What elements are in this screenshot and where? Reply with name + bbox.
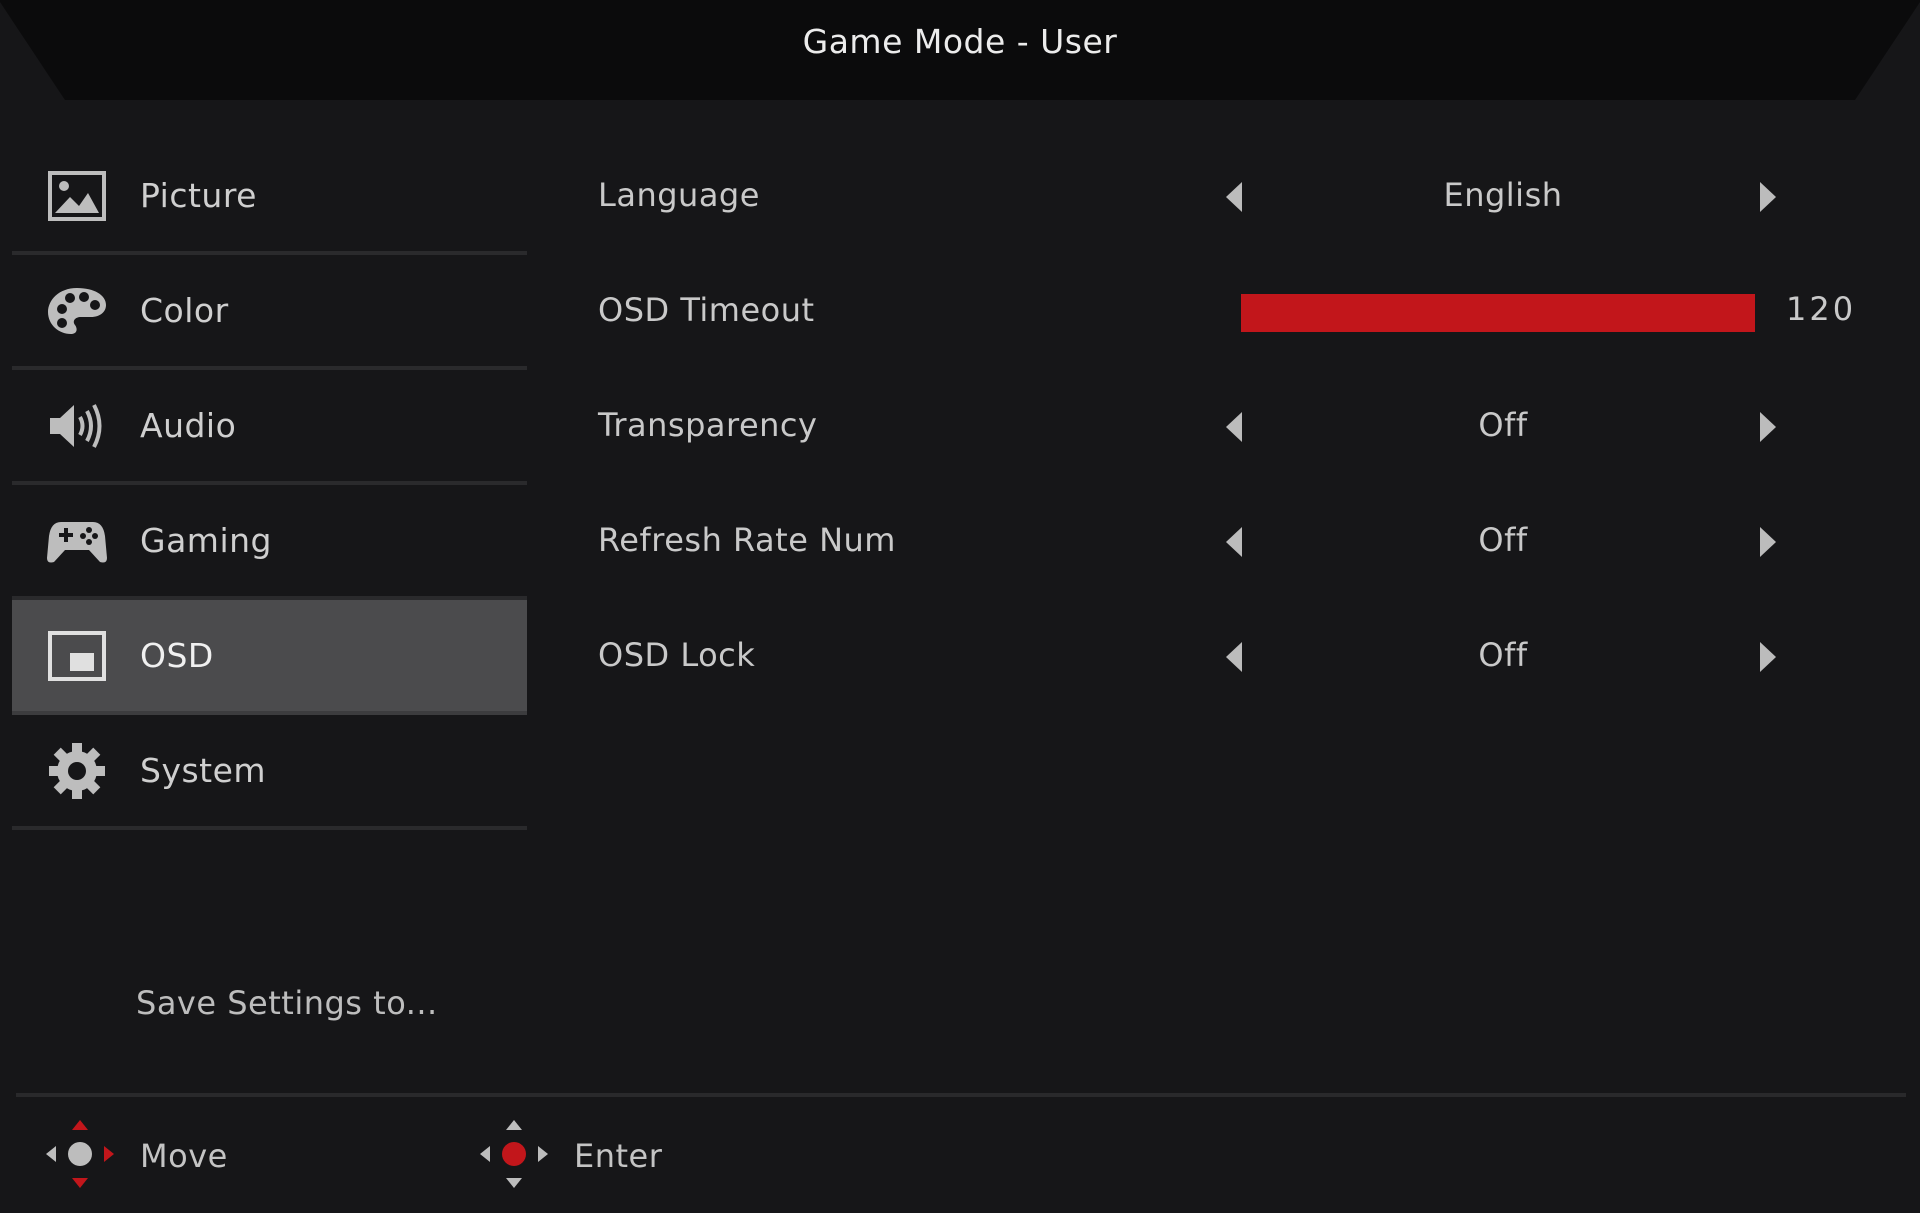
osd-timeout-slider[interactable] [1241,294,1755,332]
setting-value: English [1443,176,1563,214]
arrow-left-icon[interactable] [1226,527,1242,557]
setting-transparency[interactable]: Transparency Off [598,370,1888,485]
nav-item-color[interactable]: Color [12,255,527,370]
arrow-left-icon[interactable] [1226,412,1242,442]
setting-label: Language [598,176,760,214]
hint-enter: Enter [478,1118,662,1194]
nav-item-label: Color [140,291,229,330]
nav-item-osd[interactable]: OSD [12,600,527,715]
nav-item-system[interactable]: System [12,715,527,830]
settings-panel: Language English OSD Timeout Transparenc… [598,140,1888,715]
picture-icon [42,161,112,231]
osd-screen: Game Mode - User Picture Color Audio Gam… [0,0,1920,1213]
nav-item-label: Gaming [140,521,272,560]
arrow-left-icon[interactable] [1226,642,1242,672]
nav-item-gaming[interactable]: Gaming [12,485,527,600]
nav-item-label: Audio [140,406,237,445]
osd-timeout-slider-fill [1241,294,1755,332]
arrow-right-icon[interactable] [1760,527,1776,557]
dpad-enter-icon [478,1118,550,1194]
gear-icon [42,736,112,806]
setting-label: OSD Timeout [598,291,815,329]
save-settings-button[interactable]: Save Settings to... [136,984,438,1022]
nav-item-label: OSD [140,636,214,675]
gamepad-icon [42,506,112,576]
arrow-right-icon[interactable] [1760,182,1776,212]
nav-item-audio[interactable]: Audio [12,370,527,485]
arrow-right-icon[interactable] [1760,642,1776,672]
hint-move: Move [44,1118,228,1194]
hint-move-label: Move [140,1137,228,1175]
arrow-left-icon[interactable] [1226,182,1242,212]
setting-value: Off [1478,406,1528,444]
menu-title: Game Mode - User [802,22,1118,61]
nav-item-label: Picture [140,176,257,215]
footer-divider [16,1093,1906,1097]
osd-icon [42,621,112,691]
speaker-icon [42,391,112,461]
palette-icon [42,276,112,346]
main-menu: Picture Color Audio Gaming OSD System [12,140,527,830]
setting-label: OSD Lock [598,636,756,674]
setting-language[interactable]: Language English [598,140,1888,255]
setting-refresh-rate-num[interactable]: Refresh Rate Num Off [598,485,1888,600]
osd-timeout-value: 120 [1786,290,1857,328]
hint-enter-label: Enter [574,1137,663,1175]
setting-label: Transparency [598,406,818,444]
dpad-move-icon [44,1118,116,1194]
setting-osd-lock[interactable]: OSD Lock Off [598,600,1888,715]
setting-label: Refresh Rate Num [598,521,896,559]
arrow-right-icon[interactable] [1760,412,1776,442]
setting-value: Off [1478,636,1528,674]
nav-item-picture[interactable]: Picture [12,140,527,255]
setting-value: Off [1478,521,1528,559]
nav-item-label: System [140,751,267,790]
